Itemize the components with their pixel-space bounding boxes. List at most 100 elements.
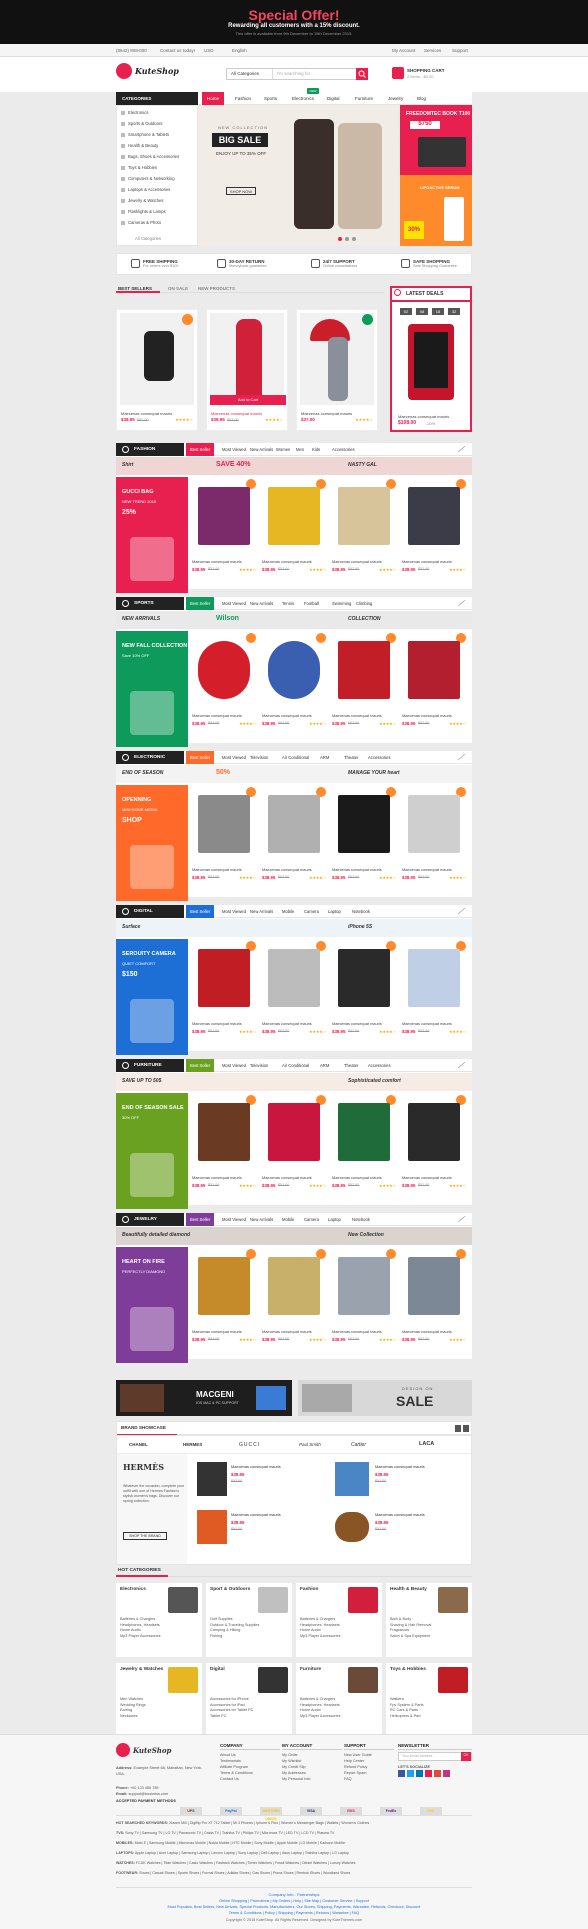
section-tab[interactable]: ARM (316, 751, 333, 764)
product-name[interactable]: Maecenas consequat mauris (211, 411, 262, 416)
newsletter-input[interactable]: Your Email Address (402, 1753, 432, 1759)
hot-category-card[interactable]: Health & Beauty Bath & Body Shaving & Hair… (386, 1583, 472, 1657)
sidebar-item-cameras[interactable]: Cameras & Photo (121, 220, 161, 225)
section-tab[interactable]: Mobile (278, 1213, 298, 1226)
brand-logo[interactable]: HERMES (183, 1442, 202, 1447)
hot-category-title[interactable]: Furniture (300, 1667, 321, 1672)
section-tab[interactable]: Laptop (324, 905, 345, 918)
section-banner[interactable]: NEW ARRIVALS Wilson COLLECTION (116, 611, 472, 629)
product-name[interactable]: Maecenas consequat mauris (402, 1175, 452, 1180)
hot-category-link[interactable]: Mp3 Player Accessories (300, 1634, 341, 1640)
hot-category-card[interactable]: Jewelry & Watches Men Watches Wedding Ring… (116, 1663, 202, 1737)
section-promo[interactable]: GUCCI BAG NEW TREND 2015 25% (116, 477, 188, 593)
product-card[interactable]: Maecenas consequat mauris $38.95 $52.00 ★★★… (400, 1247, 468, 1363)
section-tab[interactable]: Accessories (364, 1059, 395, 1072)
product-card[interactable]: Maecenas consequat mauris $38.95 $52.00 ★★★… (260, 1093, 328, 1209)
product-card[interactable]: Maecenas consequat mauris $38.95 $52.00 … (116, 309, 198, 431)
product-name[interactable]: Maecenas consequat mauris (402, 1329, 452, 1334)
section-tab[interactable]: Air Conditional (278, 1059, 313, 1072)
section-tab[interactable]: Camera (300, 905, 323, 918)
linkedin-icon[interactable] (416, 1770, 423, 1777)
nav-item-blog[interactable]: Blog (412, 92, 431, 105)
section-tab[interactable]: Television (246, 1059, 272, 1072)
keyword-links[interactable]: Shoes | Casual Shoes | Sports Shoes | Fo… (139, 1871, 350, 1875)
section-promo[interactable]: HEART ON FIRE PERFECTLY DIAMOND (116, 1247, 188, 1363)
brand-logo[interactable]: CHANEL (129, 1442, 148, 1447)
section-tab[interactable]: New Arrivals (246, 1213, 277, 1226)
product-card[interactable]: Maecenas consequat mauris $38.95 $52.00 ★★★… (260, 939, 328, 1055)
product-name[interactable]: Maecenas consequat mauris (332, 1329, 382, 1334)
promo-banner-laptop[interactable]: FREEDOMTEC BOOK T100 $750 (400, 105, 472, 175)
hot-category-title[interactable]: Toys & Hobbies (390, 1667, 426, 1672)
section-tab[interactable]: Best Seller (186, 1059, 215, 1072)
product-name[interactable]: Maecenas consequat mauris (192, 559, 242, 564)
product-name[interactable]: Maecenas consequat mauris (332, 1021, 382, 1026)
footer-bottom-links[interactable]: Most Populars, Best Sellers, New Arrival… (0, 1905, 588, 1909)
site-logo[interactable]: KuteShop (116, 63, 188, 83)
section-tab[interactable]: Women (272, 443, 294, 456)
product-name[interactable]: Maecenas consequat mauris (332, 713, 382, 718)
product-card[interactable]: Maecenas consequat mauris $38.95 $52.00 ★★★… (400, 785, 468, 901)
slider-dot-active[interactable] (338, 237, 342, 241)
product-name[interactable]: Maecenas consequat mauris (262, 713, 312, 718)
product-card[interactable]: Maecenas consequat mauris $38.95 $52.00 ★★★… (330, 939, 398, 1055)
support-link[interactable]: Support (452, 48, 468, 53)
hot-category-link[interactable]: Accessories for iPhone (210, 1697, 253, 1703)
section-tab[interactable]: Best Seller (186, 597, 215, 610)
product-card[interactable]: Maecenas consequat mauris $38.95 $52.00 ★★★… (400, 631, 468, 747)
keyword-links[interactable]: Sony TV | Samsung TV | LG TV | Panasonic… (125, 1831, 334, 1835)
product-card[interactable]: Maecenas consequat mauris $38.95 $52.00 ★★★… (190, 785, 258, 901)
latest-deal-card[interactable]: 02 08 18 32 Maecenas consequat mauris $1… (390, 300, 472, 432)
brand-logo[interactable]: Cartier (351, 1442, 366, 1448)
my-account-link[interactable]: My Account (392, 48, 415, 53)
sidebar-item-health[interactable]: Health & Beauty (121, 143, 158, 148)
hot-category-card[interactable]: Furniture Batteries & Chargers Headphones,… (296, 1663, 382, 1737)
section-tab[interactable]: Men (292, 443, 308, 456)
hot-category-link[interactable]: Men Watches (120, 1697, 146, 1703)
next-arrow-icon[interactable] (463, 1425, 469, 1432)
deal-name[interactable]: Maecenas consequat mauris (398, 414, 449, 419)
product-card[interactable]: Maecenas consequat mauris $38.95 $52.00 ★★★… (330, 785, 398, 901)
promo-banner-serum[interactable]: LIPOACTIVE SERUM 30% (400, 175, 472, 246)
footer-logo[interactable]: KuteShop (116, 1743, 188, 1761)
sidebar-item-toys[interactable]: Toys & Hobbies (121, 165, 157, 170)
product-name[interactable]: Maecenas consequat mauris (121, 411, 172, 416)
section-tab[interactable]: Laptop (324, 1213, 345, 1226)
hot-category-link[interactable]: Tablet PC (210, 1714, 253, 1720)
macgeni-banner[interactable]: MACGENI IOS MAC & PC SUPPORT (116, 1380, 292, 1416)
sidebar-item-electronics[interactable]: Electronics (121, 110, 148, 115)
footer-company-info[interactable]: Company Info - Partnerships (0, 1892, 588, 1897)
slider-dot[interactable] (345, 237, 349, 241)
product-card[interactable]: Maecenas consequat mauris $38.95 $52.00 ★★★… (330, 1093, 398, 1209)
section-tab[interactable]: Theater (340, 751, 362, 764)
hot-category-link[interactable]: Batteries & Chargers (120, 1617, 161, 1623)
product-name[interactable]: Maecenas consequat mauris (192, 713, 242, 718)
sidebar-item-lamps[interactable]: Flashlights & Lamps (121, 209, 166, 214)
section-banner[interactable]: END OF SEASON 50% MANAGE YOUR heart (116, 765, 472, 783)
services-link[interactable]: Services (424, 48, 441, 53)
categories-menu-button[interactable]: CATEGORIES (116, 92, 198, 105)
tab-best-sellers[interactable]: BEST SELLERS (118, 286, 152, 291)
section-tab[interactable]: New Arrivals (246, 905, 277, 918)
product-name[interactable]: Maecenas consequat mauris (332, 867, 382, 872)
product-name[interactable]: Maecenas consequat mauris (262, 1021, 312, 1026)
hot-category-link[interactable]: Helicopters & Part (390, 1714, 424, 1720)
section-more-icon[interactable] (457, 1061, 466, 1069)
section-banner[interactable]: SAVE UP TO 50$ Sophisticated comfort (116, 1073, 472, 1091)
search-button[interactable] (356, 68, 368, 80)
brand-product-name[interactable]: Maecenas consequat mauris (375, 1512, 425, 1517)
section-tab[interactable]: Accessories (328, 443, 359, 456)
product-name[interactable]: Maecenas consequat mauris (192, 1329, 242, 1334)
hot-category-title[interactable]: Sport & Outdoors (210, 1587, 250, 1592)
brand-product-name[interactable]: Maecenas consequat mauris (375, 1464, 425, 1469)
special-offer-banner[interactable]: Special Offer! Rewarding all customers w… (0, 0, 588, 44)
section-tab[interactable]: Mobile (278, 905, 298, 918)
add-to-cart-button[interactable]: Add to Cart (210, 395, 286, 405)
product-card[interactable]: Maecenas consequat mauris $38.95 $52.00 ★★★… (260, 1247, 328, 1363)
hero-shop-button[interactable]: SHOP NOW (226, 187, 256, 195)
search-category-select[interactable]: All Categories (227, 69, 273, 79)
product-name[interactable]: Maecenas consequat mauris (332, 559, 382, 564)
contact-link[interactable]: Contact us today! (160, 48, 195, 53)
product-name[interactable]: Maecenas consequat mauris (301, 411, 352, 416)
brand-product-name[interactable]: Maecenas consequat mauris (231, 1464, 281, 1469)
